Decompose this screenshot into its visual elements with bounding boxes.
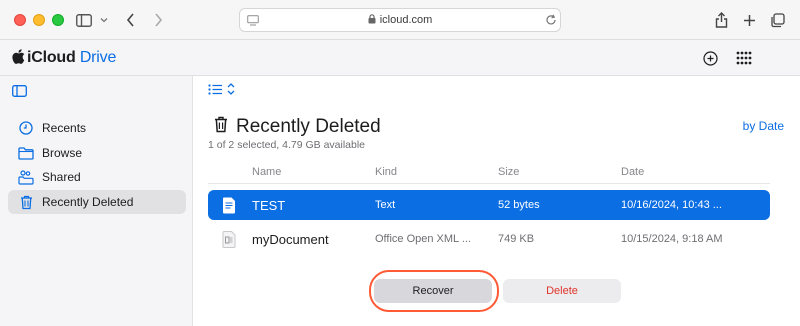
sidebar-item-browse[interactable]: Browse — [8, 141, 186, 165]
brand-suffix: Drive — [79, 49, 117, 66]
minimize-window-button[interactable] — [33, 14, 45, 26]
title-row: Recently Deleted — [214, 116, 381, 138]
app-grid-icon[interactable] — [734, 48, 754, 68]
file-kind: Office Open XML ... — [375, 233, 471, 245]
file-date: 10/15/2024, 9:18 AM — [621, 233, 723, 245]
share-icon[interactable] — [712, 10, 730, 30]
column-header-date[interactable]: Date — [621, 166, 644, 178]
icloud-drive-logo[interactable]: iCloud Drive — [12, 49, 116, 69]
forward-arrow-icon[interactable] — [150, 10, 166, 30]
sidebar-collapse-icon[interactable] — [12, 84, 27, 102]
sidebar-item-recently-deleted[interactable]: Recently Deleted — [8, 190, 186, 214]
new-tab-icon[interactable] — [740, 10, 758, 30]
text-file-icon — [222, 190, 242, 220]
file-size: 52 bytes — [498, 199, 540, 211]
table-row[interactable]: TEST Text 52 bytes 10/16/2024, 10:43 ... — [208, 190, 770, 220]
storage-summary: 1 of 2 selected, 4.79 GB available — [208, 139, 366, 151]
main-content: Recently Deleted 1 of 2 selected, 4.79 G… — [194, 76, 800, 326]
url-text: icloud.com — [379, 14, 433, 26]
reload-icon[interactable] — [544, 13, 558, 27]
address-bar[interactable]: icloud.com — [239, 8, 561, 32]
lock-icon — [368, 14, 376, 27]
trash-icon — [214, 116, 228, 138]
column-header-name[interactable]: Name — [252, 166, 281, 178]
sidebar-item-label: Recents — [42, 121, 87, 135]
file-name: TEST — [252, 197, 286, 213]
document-file-icon — [222, 224, 242, 254]
delete-button[interactable]: Delete — [503, 279, 621, 303]
view-options-button[interactable] — [208, 82, 235, 100]
zoom-window-button[interactable] — [52, 14, 64, 26]
shared-folder-icon — [16, 168, 36, 186]
list-view-icon — [208, 82, 223, 100]
sidebar-toggle-icon[interactable] — [74, 10, 94, 30]
folder-icon — [16, 144, 36, 162]
header-divider — [208, 183, 770, 184]
add-circle-icon[interactable] — [701, 48, 719, 68]
browser-window: icloud.com iCloud Drive Recents Browse S… — [0, 0, 800, 326]
column-header-kind[interactable]: Kind — [375, 166, 397, 178]
close-window-button[interactable] — [14, 14, 26, 26]
chevron-down-icon[interactable] — [98, 10, 110, 30]
sidebar-item-shared[interactable]: Shared — [8, 165, 186, 189]
clock-icon — [16, 119, 36, 137]
brand-prefix: iCloud — [27, 49, 76, 66]
sidebar-item-label: Shared — [42, 170, 81, 184]
table-row[interactable]: myDocument Office Open XML ... 749 KB 10… — [208, 224, 770, 254]
column-header-size[interactable]: Size — [498, 166, 519, 178]
sidebar-item-label: Browse — [42, 146, 83, 160]
app-header: iCloud Drive — [0, 40, 800, 76]
page-title: Recently Deleted — [236, 116, 381, 137]
trash-icon — [16, 193, 36, 211]
file-name: myDocument — [252, 231, 329, 247]
back-arrow-icon[interactable] — [122, 10, 138, 30]
tab-overview-icon[interactable] — [768, 10, 786, 30]
apple-logo-icon — [12, 49, 25, 69]
recover-button[interactable]: Recover — [374, 279, 492, 303]
browser-toolbar: icloud.com — [0, 0, 800, 40]
sidebar-item-recents[interactable]: Recents — [8, 116, 186, 140]
file-kind: Text — [375, 199, 396, 211]
sidebar-item-label: Recently Deleted — [42, 195, 134, 209]
file-size: 749 KB — [498, 233, 535, 245]
sort-by-date-button[interactable]: by Date — [743, 119, 784, 133]
file-date: 10/16/2024, 10:43 ... — [621, 199, 722, 211]
sidebar: Recents Browse Shared Recently Deleted — [0, 76, 193, 326]
chevron-up-down-icon — [227, 82, 235, 100]
